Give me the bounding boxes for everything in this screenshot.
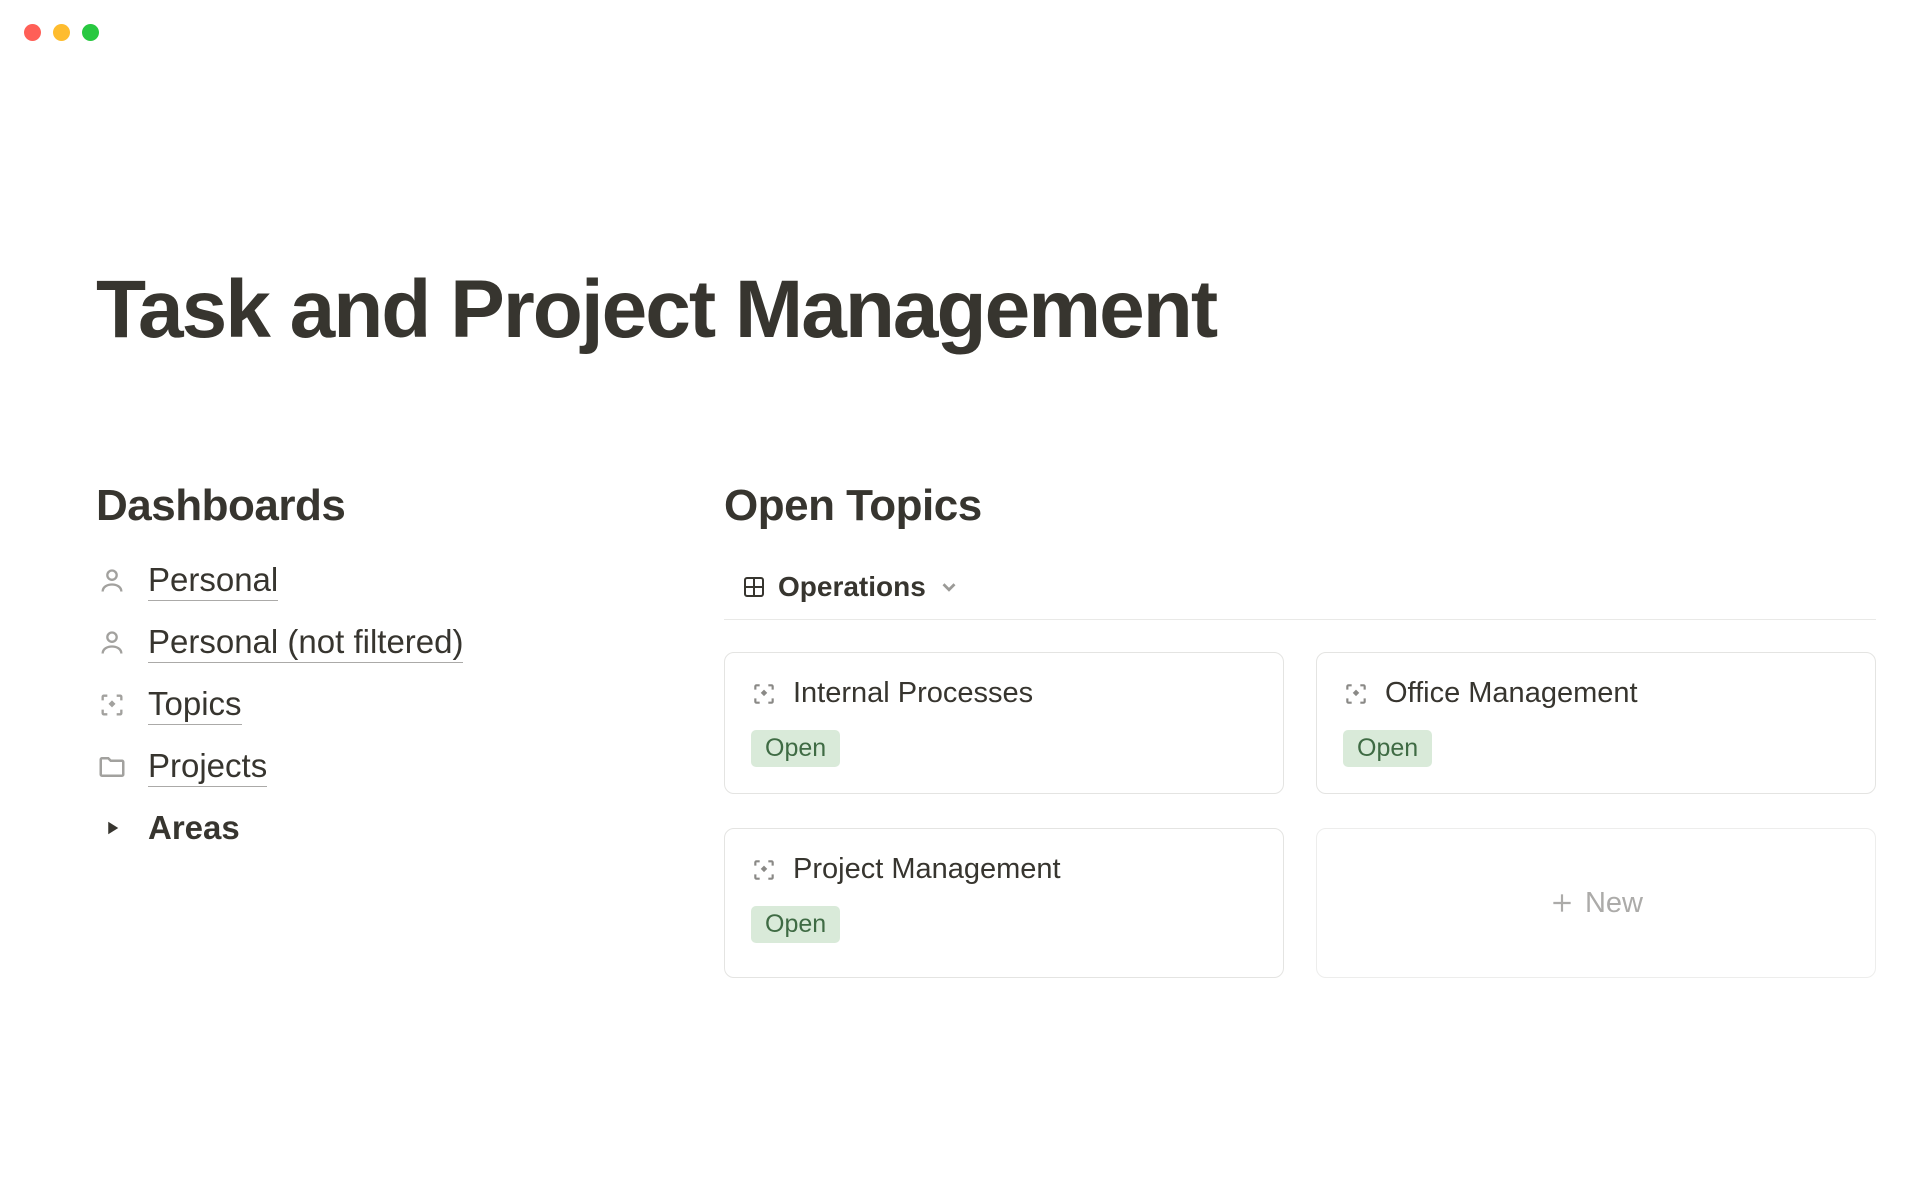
topic-card-title: Project Management	[793, 853, 1061, 886]
dashboard-item-personal-unfiltered[interactable]: Personal (not filtered)	[96, 623, 656, 663]
left-column: Dashboards Personal	[96, 481, 656, 978]
page-content: Task and Project Management Dashboards P…	[0, 41, 1920, 978]
folder-icon	[96, 750, 128, 784]
focus-icon	[751, 681, 777, 707]
topic-card-title: Office Management	[1385, 677, 1638, 710]
topic-card[interactable]: Internal Processes Open	[724, 652, 1284, 794]
dashboard-item-label: Projects	[148, 747, 267, 787]
focus-icon	[1343, 681, 1369, 707]
person-icon	[96, 626, 128, 660]
page-title: Task and Project Management	[96, 265, 1824, 355]
dashboard-item-personal[interactable]: Personal	[96, 561, 656, 601]
person-icon	[96, 564, 128, 598]
plus-icon	[1549, 890, 1575, 916]
card-title-row: Project Management	[751, 853, 1257, 886]
dashboard-item-areas[interactable]: Areas	[96, 809, 656, 847]
dashboards-heading: Dashboards	[96, 481, 656, 531]
card-title-row: Office Management	[1343, 677, 1849, 710]
topic-card[interactable]: Office Management Open	[1316, 652, 1876, 794]
dashboards-list: Personal Personal (not filtered)	[96, 561, 656, 847]
dashboard-item-label: Topics	[148, 685, 242, 725]
new-topic-button[interactable]: New	[1316, 828, 1876, 978]
dashboard-item-label: Personal (not filtered)	[148, 623, 463, 663]
view-switcher[interactable]: Operations	[724, 561, 1876, 620]
right-column: Open Topics Operations	[724, 481, 1876, 978]
status-badge: Open	[751, 906, 840, 943]
new-card-label: New	[1585, 887, 1643, 920]
grid-icon	[742, 575, 766, 599]
view-selected-label: Operations	[778, 571, 926, 603]
focus-icon	[96, 688, 128, 722]
status-badge: Open	[1343, 730, 1432, 767]
focus-icon	[751, 857, 777, 883]
dashboard-item-label: Personal	[148, 561, 278, 601]
chevron-down-icon	[938, 576, 960, 598]
topic-card-grid: Internal Processes Open	[724, 652, 1876, 978]
dashboard-item-topics[interactable]: Topics	[96, 685, 656, 725]
triangle-right-icon	[96, 811, 128, 845]
window-minimize-button[interactable]	[53, 24, 70, 41]
window-controls	[0, 0, 1920, 41]
window-maximize-button[interactable]	[82, 24, 99, 41]
card-title-row: Internal Processes	[751, 677, 1257, 710]
window-close-button[interactable]	[24, 24, 41, 41]
status-badge: Open	[751, 730, 840, 767]
topic-card[interactable]: Project Management Open	[724, 828, 1284, 978]
topic-card-title: Internal Processes	[793, 677, 1033, 710]
open-topics-heading: Open Topics	[724, 481, 1876, 531]
dashboard-item-projects[interactable]: Projects	[96, 747, 656, 787]
columns: Dashboards Personal	[96, 481, 1824, 978]
dashboard-item-label: Areas	[148, 809, 240, 847]
